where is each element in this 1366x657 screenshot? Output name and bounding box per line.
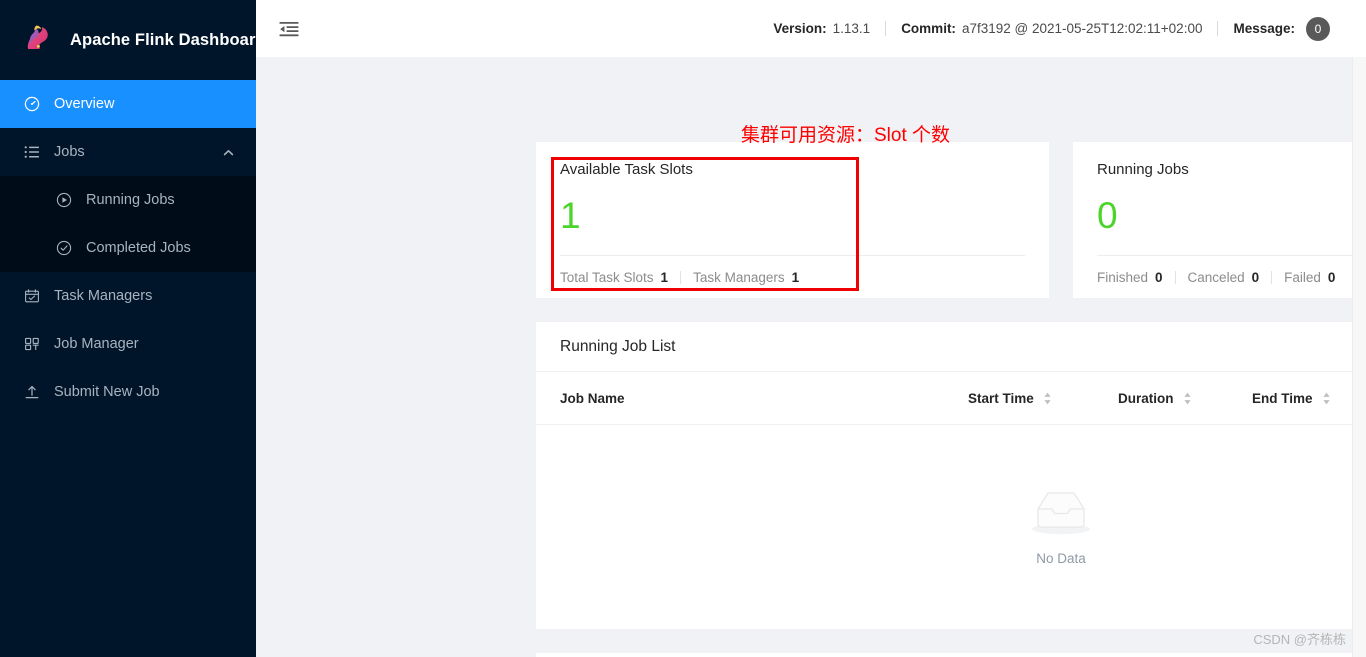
calendar-check-icon [24,288,40,304]
stat-value: 1 [792,270,800,285]
chevron-up-icon [223,147,234,158]
column-header-job-name[interactable]: Job Name [560,391,968,406]
dashboard-icon [24,96,40,112]
panel-title: Running Job List [536,322,1366,371]
divider [1217,21,1218,36]
sidebar-item-overview[interactable]: Overview [0,80,256,128]
column-label: Duration [1118,391,1174,406]
version-label: Version: [773,21,826,36]
panel-title: Completed Job List [536,653,1366,657]
sidebar-item-label: Job Manager [54,336,139,352]
stat-total-task-slots: Total Task Slots 1 [560,270,668,285]
divider [560,255,1025,256]
card-title: Running Jobs [1097,161,1366,178]
stat-label: Total Task Slots [560,270,654,285]
sidebar-item-label: Submit New Job [54,384,160,400]
play-circle-icon [56,192,72,208]
brand-title: Apache Flink Dashboard [70,31,266,50]
running-job-list-panel: Running Job List Job Name Start Time [536,322,1366,629]
sidebar-item-label: Completed Jobs [86,240,191,256]
version-info: Version: 1.13.1 [773,21,870,36]
column-label: Start Time [968,391,1034,406]
sidebar-submenu-jobs: Running Jobs Completed Jobs [0,176,256,272]
card-value: 0 [1097,197,1366,234]
commit-value: a7f3192 @ 2021-05-25T12:02:11+02:00 [962,21,1203,36]
empty-state: No Data [536,425,1366,628]
card-available-task-slots: Available Task Slots 1 Total Task Slots … [536,142,1049,298]
sidebar-item-task-managers[interactable]: Task Managers [0,272,256,320]
card-footer: Total Task Slots 1 Task Managers 1 [560,270,799,285]
menu-fold-icon[interactable] [278,18,300,40]
watermark: CSDN @齐栋栋 [1253,629,1346,648]
flink-dashboard: Apache Flink Dashboard Overview [0,0,1366,657]
vertical-scrollbar[interactable] [1352,57,1366,657]
empty-inbox-icon [1026,487,1096,542]
main-area: Version: 1.13.1 Commit: a7f3192 @ 2021-0… [256,0,1366,657]
sidebar-item-label: Task Managers [54,288,152,304]
check-circle-icon [56,240,72,256]
sidebar: Apache Flink Dashboard Overview [0,0,256,657]
divider [1097,255,1366,256]
annotation-text: 集群可用资源：Slot 个数 [741,120,950,147]
stat-task-managers: Task Managers 1 [693,270,799,285]
divider [885,21,886,36]
message-count-badge[interactable]: 0 [1306,17,1330,41]
topbar-info: Version: 1.13.1 Commit: a7f3192 @ 2021-0… [773,17,1330,41]
sidebar-item-completed-jobs[interactable]: Completed Jobs [0,224,256,272]
divider [680,271,681,284]
sidebar-nav: Overview Jobs [0,80,256,416]
sidebar-item-jobs[interactable]: Jobs [0,128,256,176]
column-label: Job Name [560,391,625,406]
table-header-row: Job Name Start Time Duration [536,372,1366,425]
commit-info: Commit: a7f3192 @ 2021-05-25T12:02:11+02… [901,21,1202,36]
message-label: Message: [1233,21,1295,36]
stat-label: Canceled [1188,270,1245,285]
sidebar-item-job-manager[interactable]: Job Manager [0,320,256,368]
sidebar-item-label: Running Jobs [86,192,175,208]
summary-cards: Available Task Slots 1 Total Task Slots … [536,142,1366,298]
stat-canceled: Canceled 0 [1188,270,1260,285]
sidebar-item-label: Jobs [54,144,85,160]
stat-finished: Finished 0 [1097,270,1163,285]
divider [1175,271,1176,284]
sidebar-item-label: Overview [54,96,114,112]
version-value: 1.13.1 [833,21,871,36]
column-header-duration[interactable]: Duration [1118,391,1252,406]
card-value: 1 [560,197,1025,234]
column-header-end-time[interactable]: End Time [1252,391,1366,406]
stat-value: 0 [1328,270,1336,285]
topbar: Version: 1.13.1 Commit: a7f3192 @ 2021-0… [256,0,1366,57]
sort-icon[interactable] [1322,391,1331,406]
stat-label: Task Managers [693,270,785,285]
stat-failed: Failed 0 [1284,270,1335,285]
card-footer: Finished 0 Canceled 0 Failed 0 [1097,270,1335,285]
brand: Apache Flink Dashboard [0,0,256,80]
stat-value: 0 [1252,270,1260,285]
list-icon [24,144,40,160]
column-label: End Time [1252,391,1313,406]
flink-squirrel-logo-icon [22,23,56,57]
sidebar-item-running-jobs[interactable]: Running Jobs [0,176,256,224]
commit-label: Commit: [901,21,956,36]
sort-icon[interactable] [1183,391,1192,406]
running-jobs-table: Job Name Start Time Duration [536,372,1366,628]
column-header-start-time[interactable]: Start Time [968,391,1118,406]
blocks-icon [24,336,40,352]
sidebar-item-submit-new-job[interactable]: Submit New Job [0,368,256,416]
stat-value: 1 [661,270,669,285]
card-title: Available Task Slots [560,161,1025,178]
empty-state-text: No Data [1036,551,1086,566]
content-area: 集群可用资源：Slot 个数 Available Task Slots 1 To… [256,57,1366,657]
card-running-jobs: Running Jobs 0 Finished 0 Canceled 0 [1073,142,1366,298]
sort-icon[interactable] [1043,391,1052,406]
upload-icon [24,384,40,400]
stat-value: 0 [1155,270,1163,285]
stat-label: Failed [1284,270,1321,285]
message-info: Message: [1233,21,1295,36]
completed-job-list-panel: Completed Job List [536,653,1366,657]
stat-label: Finished [1097,270,1148,285]
divider [1271,271,1272,284]
